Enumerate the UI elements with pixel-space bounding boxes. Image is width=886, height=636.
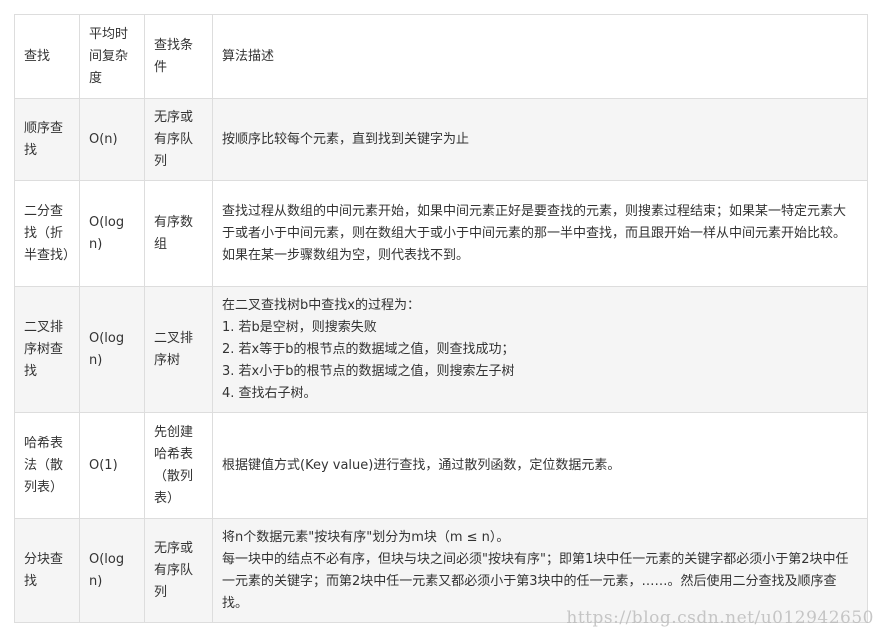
row-description: 查找过程从数组的中间元素开始，如果中间元素正好是要查找的元素，则搜素过程结束；如… (212, 180, 868, 287)
header-condition: 查找条件 (144, 14, 213, 99)
row-name: 分块查找 (14, 518, 80, 623)
row-description: 按顺序比较每个元素，直到找到关键字为止 (212, 98, 868, 181)
row-name: 二分查找（折半查找） (14, 180, 80, 287)
description-line: 将n个数据元素"按块有序"划分为m块（m ≤ n）。 (222, 529, 510, 545)
description-line: 1. 若b是空树，则搜索失败 (222, 319, 377, 335)
table-header-row: 查找 平均时间复杂度 查找条件 算法描述 (14, 14, 868, 99)
header-description: 算法描述 (212, 14, 868, 99)
header-complexity: 平均时间复杂度 (79, 14, 145, 99)
row-complexity: O(logn) (79, 518, 145, 623)
description-line: 根据键值方式(Key value)进行查找，通过散列函数，定位数据元素。 (222, 457, 621, 473)
row-name: 二叉排序树查找 (14, 286, 80, 413)
row-description: 在二叉查找树b中查找x的过程为： 1. 若b是空树，则搜索失败 2. 若x等于b… (212, 286, 868, 413)
row-complexity: O(n) (79, 98, 145, 181)
description-line: 查找过程从数组的中间元素开始，如果中间元素正好是要查找的元素，则搜素过程结束；如… (222, 203, 853, 263)
row-condition: 无序或有序队列 (144, 518, 213, 623)
description-line: 3. 若x小于b的根节点的数据域之值，则搜索左子树 (222, 363, 515, 379)
table-row: 分块查找 O(logn) 无序或有序队列 将n个数据元素"按块有序"划分为m块（… (14, 518, 868, 623)
row-description: 根据键值方式(Key value)进行查找，通过散列函数，定位数据元素。 (212, 412, 868, 519)
description-line: 4. 查找右子树。 (222, 385, 317, 401)
row-complexity: O(logn) (79, 286, 145, 413)
description-line: 在二叉查找树b中查找x的过程为： (222, 297, 420, 313)
table-row: 顺序查找 O(n) 无序或有序队列 按顺序比较每个元素，直到找到关键字为止 (14, 98, 868, 181)
row-condition: 有序数组 (144, 180, 213, 287)
search-algorithms-table: 查找 平均时间复杂度 查找条件 算法描述 顺序查找 O(n) 无序或有序队列 按… (14, 14, 868, 623)
description-line: 每一块中的结点不必有序，但块与块之间必须"按块有序"；即第1块中任一元素的关键字… (222, 551, 849, 611)
row-complexity: O(logn) (79, 180, 145, 287)
table-row: 二叉排序树查找 O(logn) 二叉排序树 在二叉查找树b中查找x的过程为： 1… (14, 286, 868, 413)
row-condition: 先创建哈希表（散列表） (144, 412, 213, 519)
row-name: 顺序查找 (14, 98, 80, 181)
table-row: 二分查找（折半查找） O(logn) 有序数组 查找过程从数组的中间元素开始，如… (14, 180, 868, 287)
table-row: 哈希表法（散列表） O(1) 先创建哈希表（散列表） 根据键值方式(Key va… (14, 412, 868, 519)
row-name: 哈希表法（散列表） (14, 412, 80, 519)
row-complexity: O(1) (79, 412, 145, 519)
header-search: 查找 (14, 14, 80, 99)
row-description: 将n个数据元素"按块有序"划分为m块（m ≤ n）。 每一块中的结点不必有序，但… (212, 518, 868, 623)
row-condition: 二叉排序树 (144, 286, 213, 413)
description-line: 按顺序比较每个元素，直到找到关键字为止 (222, 131, 470, 147)
row-condition: 无序或有序队列 (144, 98, 213, 181)
description-line: 2. 若x等于b的根节点的数据域之值，则查找成功； (222, 341, 515, 357)
